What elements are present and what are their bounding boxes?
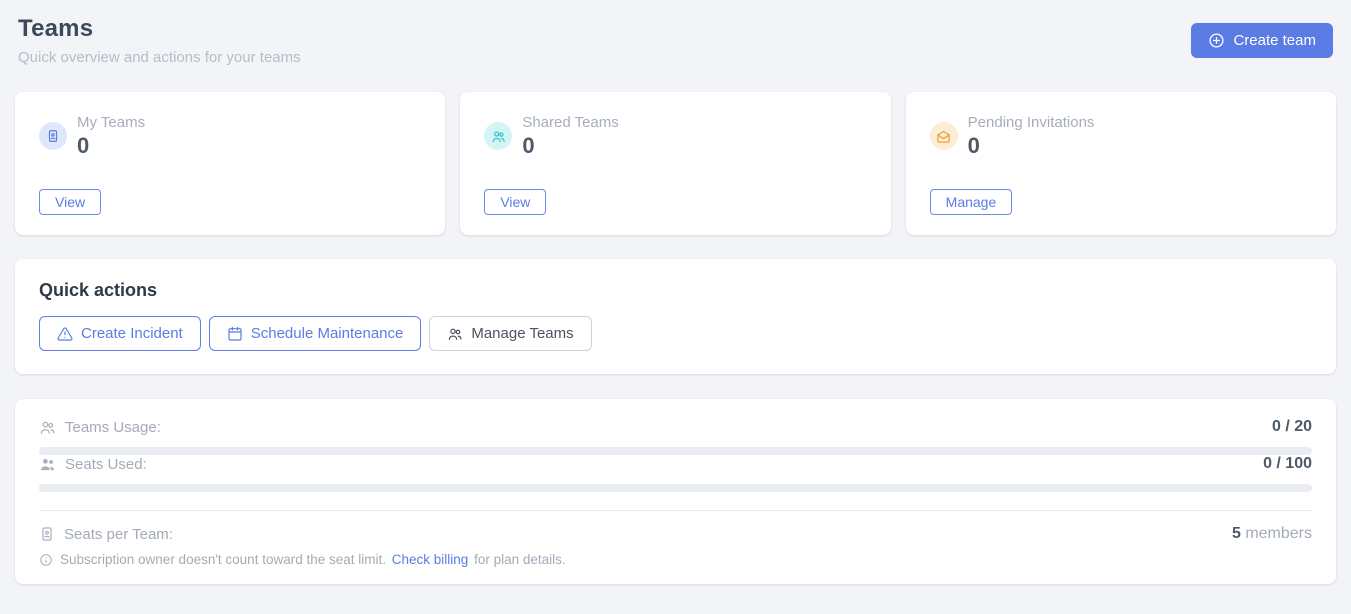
view-my-teams-button[interactable]: View [39, 189, 101, 215]
quick-actions-buttons: Create Incident Schedule Maintenance [39, 316, 1312, 351]
schedule-maintenance-button[interactable]: Schedule Maintenance [209, 316, 422, 351]
stat-card-my-teams: My Teams 0 View [15, 92, 445, 235]
seats-per-team-suffix: members [1245, 525, 1312, 542]
teams-usage-value: 0 / 20 [1272, 418, 1312, 436]
create-team-label: Create team [1233, 32, 1316, 49]
stat-label: Pending Invitations [968, 114, 1095, 131]
seats-used-row: Seats Used: 0 / 100 [39, 455, 1312, 473]
note-prefix: Subscription owner doesn't count toward … [60, 552, 386, 567]
teams-usage-row: Teams Usage: 0 / 20 [39, 418, 1312, 436]
stat-card-pending-invitations: Pending Invitations 0 Manage [906, 92, 1336, 235]
seats-per-team-row: Seats per Team: 5 members [39, 525, 1312, 543]
view-shared-teams-button[interactable]: View [484, 189, 546, 215]
stat-value: 0 [77, 134, 145, 158]
seats-used-progressbar [39, 484, 1312, 492]
teams-usage-progressbar [39, 447, 1312, 455]
create-incident-button[interactable]: Create Incident [39, 316, 201, 351]
quick-actions-title: Quick actions [39, 280, 1312, 301]
seat-limit-note: Subscription owner doesn't count toward … [39, 552, 1312, 567]
stat-value: 0 [522, 134, 618, 158]
create-team-button[interactable]: Create team [1191, 23, 1333, 58]
seats-per-team-value: 5 members [1232, 525, 1312, 543]
teams-page: Teams Quick overview and actions for you… [0, 0, 1351, 584]
usage-card: Teams Usage: 0 / 20 Seats Used: 0 / 100 [15, 399, 1336, 584]
plus-circle-icon [1208, 32, 1225, 49]
stat-head: Pending Invitations 0 [930, 114, 1312, 158]
page-header-text: Teams Quick overview and actions for you… [18, 13, 301, 66]
users-icon [447, 326, 463, 342]
stat-card-shared-teams: Shared Teams 0 View [460, 92, 890, 235]
check-billing-link[interactable]: Check billing [392, 552, 469, 567]
contact-card-icon [39, 122, 67, 150]
users-outline-icon [39, 419, 56, 436]
schedule-maintenance-label: Schedule Maintenance [251, 325, 404, 342]
page-subtitle: Quick overview and actions for your team… [18, 49, 301, 66]
teams-usage-label: Teams Usage: [65, 419, 161, 436]
manage-invitations-button[interactable]: Manage [930, 189, 1013, 215]
page-title: Teams [18, 15, 301, 43]
seats-used-label: Seats Used: [65, 456, 147, 473]
note-suffix: for plan details. [474, 552, 566, 567]
stat-value: 0 [968, 134, 1095, 158]
usage-divider [39, 510, 1312, 511]
manage-teams-button[interactable]: Manage Teams [429, 316, 591, 351]
page-header: Teams Quick overview and actions for you… [15, 13, 1336, 66]
stat-head: Shared Teams 0 [484, 114, 866, 158]
stat-label: My Teams [77, 114, 145, 131]
mail-open-icon [930, 122, 958, 150]
create-incident-label: Create Incident [81, 325, 183, 342]
alert-triangle-icon [57, 326, 73, 342]
quick-actions-card: Quick actions Create Incident Schedul [15, 259, 1336, 374]
seats-used-value: 0 / 100 [1263, 455, 1312, 473]
users-filled-icon [39, 456, 56, 473]
stats-row: My Teams 0 View Shared Teams 0 Vi [15, 92, 1336, 235]
calendar-icon [227, 326, 243, 342]
seats-per-team-label: Seats per Team: [64, 526, 173, 543]
users-icon [484, 122, 512, 150]
info-circle-icon [39, 553, 53, 567]
stat-head: My Teams 0 [39, 114, 421, 158]
contact-card-icon [39, 526, 55, 542]
stat-label: Shared Teams [522, 114, 618, 131]
manage-teams-label: Manage Teams [471, 325, 573, 342]
